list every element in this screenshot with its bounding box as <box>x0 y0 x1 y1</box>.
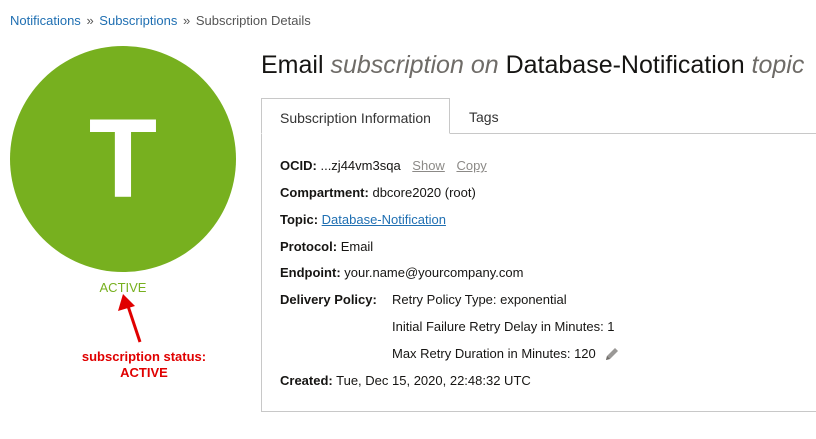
arrow-icon <box>118 294 142 343</box>
protocol-row: Protocol: Email <box>280 239 373 254</box>
title-connector: topic <box>751 51 805 79</box>
max-retry-duration: Max Retry Duration in Minutes: 120 <box>392 346 596 361</box>
ocid-copy-link[interactable]: Copy <box>456 158 486 173</box>
delivery-policy-label: Delivery Policy: <box>280 292 377 307</box>
created-label: Created: <box>280 373 333 388</box>
compartment-row: Compartment: dbcore2020 (root) <box>280 185 476 200</box>
initial-retry-delay: Initial Failure Retry Delay in Minutes: … <box>392 319 615 334</box>
title-protocol: Email <box>261 51 324 79</box>
ocid-show-link[interactable]: Show <box>412 158 445 173</box>
created-value: Tue, Dec 15, 2020, 22:48:32 UTC <box>336 373 531 388</box>
pencil-icon[interactable] <box>604 346 620 362</box>
compartment-value: dbcore2020 (root) <box>372 185 476 200</box>
delivery-policy-row: Delivery Policy: <box>280 292 377 307</box>
breadcrumb-separator: » <box>182 13 191 28</box>
annotation-callout: subscription status: ACTIVE <box>67 343 221 389</box>
title-connector: subscription on <box>330 51 499 79</box>
retry-policy-type: Retry Policy Type: exponential <box>392 292 567 307</box>
compartment-label: Compartment: <box>280 185 369 200</box>
title-topic-name: Database-Notification <box>505 51 745 79</box>
endpoint-label: Endpoint: <box>280 265 341 280</box>
endpoint-value: your.name@yourcompany.com <box>344 265 524 280</box>
tab-subscription-information[interactable]: Subscription Information <box>261 98 450 134</box>
topic-row: Topic: Database-Notification <box>280 212 446 227</box>
annotation-line-1: subscription status: <box>81 349 207 364</box>
annotation-line-2: ACTIVE <box>120 365 168 380</box>
breadcrumb: Notifications » Subscriptions » Subscrip… <box>10 13 311 28</box>
protocol-label: Protocol: <box>280 239 338 254</box>
topic-link[interactable]: Database-Notification <box>322 212 446 227</box>
ocid-label: OCID: <box>280 158 317 173</box>
breadcrumb-current: Subscription Details <box>195 13 311 28</box>
topic-label: Topic: <box>280 212 319 227</box>
created-row: Created: Tue, Dec 15, 2020, 22:48:32 UTC <box>280 373 531 388</box>
protocol-value: Email <box>340 239 374 254</box>
page-title: Email subscription on Database-Notificat… <box>261 51 804 80</box>
endpoint-row: Endpoint: your.name@yourcompany.com <box>280 265 523 280</box>
ocid-value: ...zj44vm3sqa <box>320 158 401 173</box>
ocid-row: OCID: ...zj44vm3sqa Show Copy <box>280 158 487 173</box>
breadcrumb-separator: » <box>86 13 94 28</box>
subscription-avatar: T <box>10 46 236 272</box>
avatar-letter: T <box>88 96 158 221</box>
breadcrumb-subscriptions-link[interactable]: Subscriptions <box>99 13 177 28</box>
breadcrumb-notifications-link[interactable]: Notifications <box>10 13 81 28</box>
tab-tags[interactable]: Tags <box>451 98 517 134</box>
